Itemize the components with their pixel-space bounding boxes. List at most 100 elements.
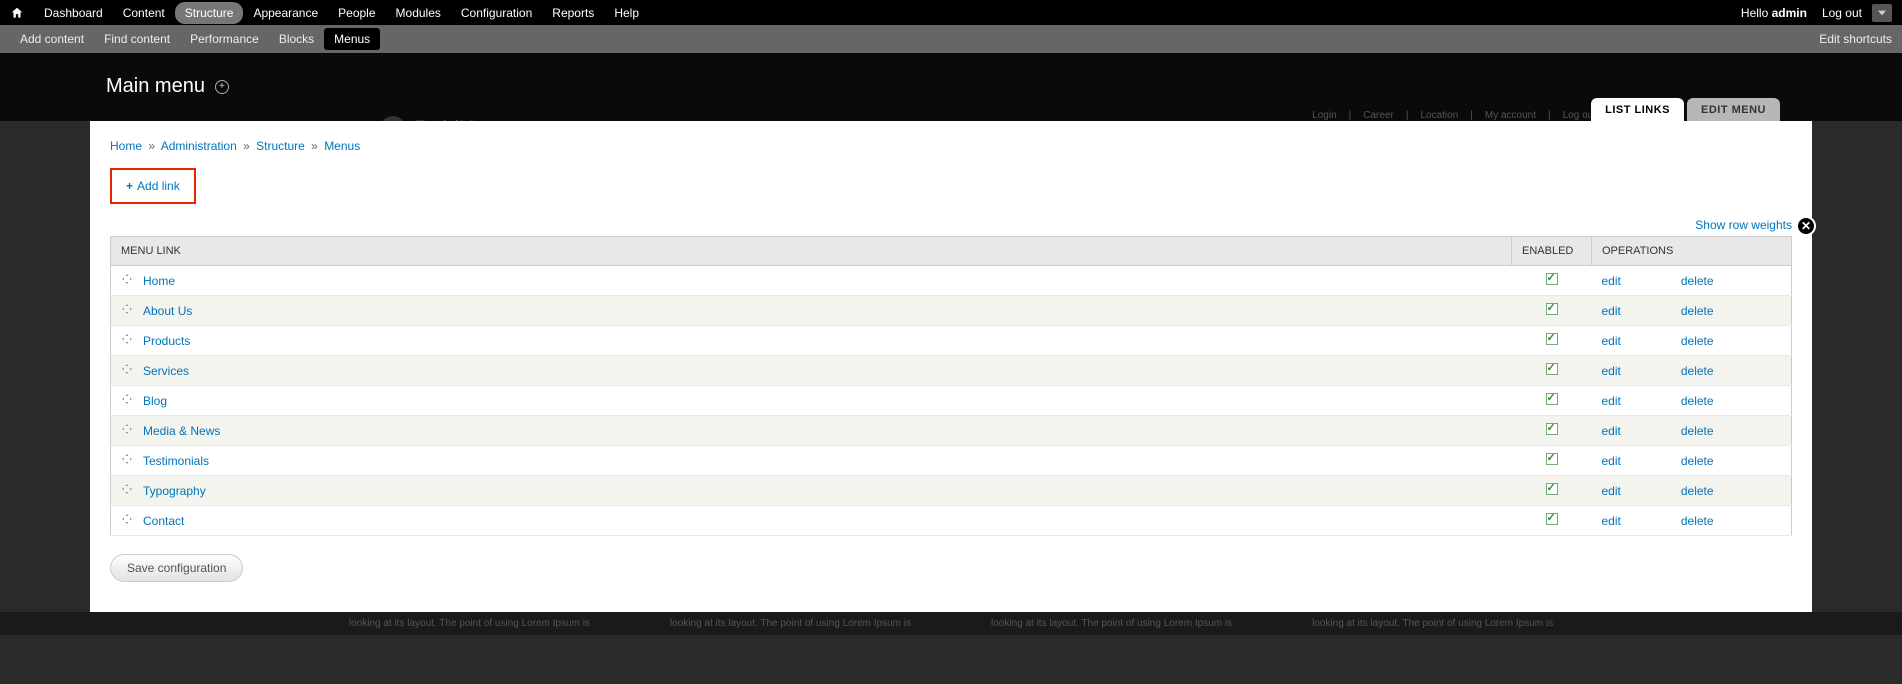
menu-link-item[interactable]: Testimonials bbox=[143, 454, 209, 468]
edit-link[interactable]: edit bbox=[1602, 364, 1621, 378]
menu-link-item[interactable]: Services bbox=[143, 364, 189, 378]
menu-link-item[interactable]: About Us bbox=[143, 304, 192, 318]
enabled-checkbox[interactable] bbox=[1546, 333, 1558, 345]
shortcut-item[interactable]: Blocks bbox=[269, 28, 324, 50]
enabled-checkbox[interactable] bbox=[1546, 303, 1558, 315]
drag-handle-icon[interactable] bbox=[121, 483, 133, 495]
delete-link[interactable]: delete bbox=[1681, 334, 1714, 348]
drag-handle-icon[interactable] bbox=[121, 453, 133, 465]
logout-link[interactable]: Log out bbox=[1822, 6, 1862, 20]
admin-menu-item[interactable]: Reports bbox=[542, 2, 604, 24]
greeting-prefix: Hello bbox=[1741, 6, 1772, 20]
shortcut-item[interactable]: Menus bbox=[324, 28, 380, 50]
shortcut-item[interactable]: Find content bbox=[94, 28, 180, 50]
drag-handle-icon[interactable] bbox=[121, 513, 133, 525]
admin-menu-item[interactable]: People bbox=[328, 2, 385, 24]
table-row: Services edit delete bbox=[111, 356, 1792, 386]
add-link-label: Add link bbox=[137, 179, 180, 193]
menu-link-item[interactable]: Contact bbox=[143, 514, 184, 528]
bg-footer: looking at its layout. The point of usin… bbox=[0, 612, 1902, 635]
close-overlay-button[interactable]: ✕ bbox=[1796, 216, 1816, 236]
overlay-header: RubiX Login|Career|Location|My account|L… bbox=[0, 53, 1902, 121]
menu-link-item[interactable]: Media & News bbox=[143, 424, 220, 438]
enabled-checkbox[interactable] bbox=[1546, 393, 1558, 405]
admin-menu-item[interactable]: Content bbox=[113, 2, 175, 24]
save-configuration-button[interactable]: Save configuration bbox=[110, 554, 243, 582]
admin-menu-item[interactable]: Configuration bbox=[451, 2, 542, 24]
th-operations: OPERATIONS bbox=[1592, 237, 1792, 266]
enabled-checkbox[interactable] bbox=[1546, 483, 1558, 495]
edit-link[interactable]: edit bbox=[1602, 394, 1621, 408]
home-icon[interactable] bbox=[10, 6, 24, 20]
table-row: Testimonials edit delete bbox=[111, 446, 1792, 476]
menu-links-table: MENU LINK ENABLED OPERATIONS Home edit del… bbox=[110, 236, 1792, 536]
edit-shortcuts-link[interactable]: Edit shortcuts bbox=[1819, 32, 1892, 46]
bg-lorem-1: looking at its layout. The point of usin… bbox=[349, 618, 590, 629]
toolbar-dropdown-toggle[interactable] bbox=[1872, 4, 1892, 22]
delete-link[interactable]: delete bbox=[1681, 424, 1714, 438]
delete-link[interactable]: delete bbox=[1681, 364, 1714, 378]
menu-link-item[interactable]: Typography bbox=[143, 484, 206, 498]
table-row: Blog edit delete bbox=[111, 386, 1792, 416]
delete-link[interactable]: delete bbox=[1681, 304, 1714, 318]
edit-link[interactable]: edit bbox=[1602, 304, 1621, 318]
table-row: Home edit delete bbox=[111, 266, 1792, 296]
drag-handle-icon[interactable] bbox=[121, 303, 133, 315]
menu-link-item[interactable]: Products bbox=[143, 334, 190, 348]
edit-link[interactable]: edit bbox=[1602, 334, 1621, 348]
shortcut-menu: Add contentFind contentPerformanceBlocks… bbox=[10, 28, 380, 50]
tab-list-links[interactable]: LIST LINKS bbox=[1591, 98, 1684, 122]
admin-menu-item[interactable]: Structure bbox=[175, 2, 244, 24]
admin-menu-item[interactable]: Help bbox=[604, 2, 649, 24]
enabled-checkbox[interactable] bbox=[1546, 513, 1558, 525]
breadcrumb-menus[interactable]: Menus bbox=[324, 139, 360, 153]
enabled-checkbox[interactable] bbox=[1546, 363, 1558, 375]
enabled-checkbox[interactable] bbox=[1546, 453, 1558, 465]
drag-handle-icon[interactable] bbox=[121, 333, 133, 345]
greeting: Hello admin bbox=[1741, 6, 1807, 20]
tab-edit-menu[interactable]: EDIT MENU bbox=[1687, 98, 1780, 122]
greeting-username: admin bbox=[1772, 6, 1807, 20]
shortcut-bar: Add contentFind contentPerformanceBlocks… bbox=[0, 25, 1902, 53]
drag-handle-icon[interactable] bbox=[121, 423, 133, 435]
admin-menu-item[interactable]: Modules bbox=[386, 2, 451, 24]
admin-toolbar: DashboardContentStructureAppearancePeopl… bbox=[0, 0, 1902, 25]
edit-link[interactable]: edit bbox=[1602, 514, 1621, 528]
admin-menu-item[interactable]: Dashboard bbox=[34, 2, 113, 24]
show-row-weights-link[interactable]: Show row weights bbox=[1695, 218, 1792, 232]
delete-link[interactable]: delete bbox=[1681, 394, 1714, 408]
delete-link[interactable]: delete bbox=[1681, 514, 1714, 528]
overlay-content: Home » Administration » Structure » Menu… bbox=[90, 121, 1812, 612]
delete-link[interactable]: delete bbox=[1681, 454, 1714, 468]
breadcrumb-structure[interactable]: Structure bbox=[256, 139, 305, 153]
page-title: Main menu + bbox=[106, 75, 229, 98]
shortcut-item[interactable]: Performance bbox=[180, 28, 269, 50]
bg-user-nav: Login|Career|Location|My account|Log out bbox=[1306, 110, 1602, 121]
show-row-weights: Show row weights bbox=[110, 218, 1792, 232]
bg-lorem-3: looking at its layout. The point of usin… bbox=[991, 618, 1232, 629]
add-link-action[interactable]: + Add link bbox=[110, 168, 196, 204]
th-menu-link: MENU LINK bbox=[111, 237, 1512, 266]
drag-handle-icon[interactable] bbox=[121, 393, 133, 405]
th-enabled: ENABLED bbox=[1512, 237, 1592, 266]
menu-link-item[interactable]: Blog bbox=[143, 394, 167, 408]
admin-menu-item[interactable]: Appearance bbox=[243, 2, 328, 24]
plus-icon: + bbox=[126, 179, 133, 193]
breadcrumb-administration[interactable]: Administration bbox=[161, 139, 237, 153]
add-shortcut-icon[interactable]: + bbox=[215, 80, 229, 94]
edit-link[interactable]: edit bbox=[1602, 274, 1621, 288]
bg-lorem-4: looking at its layout. The point of usin… bbox=[1312, 618, 1553, 629]
drag-handle-icon[interactable] bbox=[121, 273, 133, 285]
enabled-checkbox[interactable] bbox=[1546, 423, 1558, 435]
shortcut-item[interactable]: Add content bbox=[10, 28, 94, 50]
edit-link[interactable]: edit bbox=[1602, 424, 1621, 438]
menu-link-item[interactable]: Home bbox=[143, 274, 175, 288]
enabled-checkbox[interactable] bbox=[1546, 273, 1558, 285]
breadcrumb-home[interactable]: Home bbox=[110, 139, 142, 153]
delete-link[interactable]: delete bbox=[1681, 484, 1714, 498]
edit-link[interactable]: edit bbox=[1602, 484, 1621, 498]
edit-link[interactable]: edit bbox=[1602, 454, 1621, 468]
bg-lorem-2: looking at its layout. The point of usin… bbox=[670, 618, 911, 629]
delete-link[interactable]: delete bbox=[1681, 274, 1714, 288]
drag-handle-icon[interactable] bbox=[121, 363, 133, 375]
